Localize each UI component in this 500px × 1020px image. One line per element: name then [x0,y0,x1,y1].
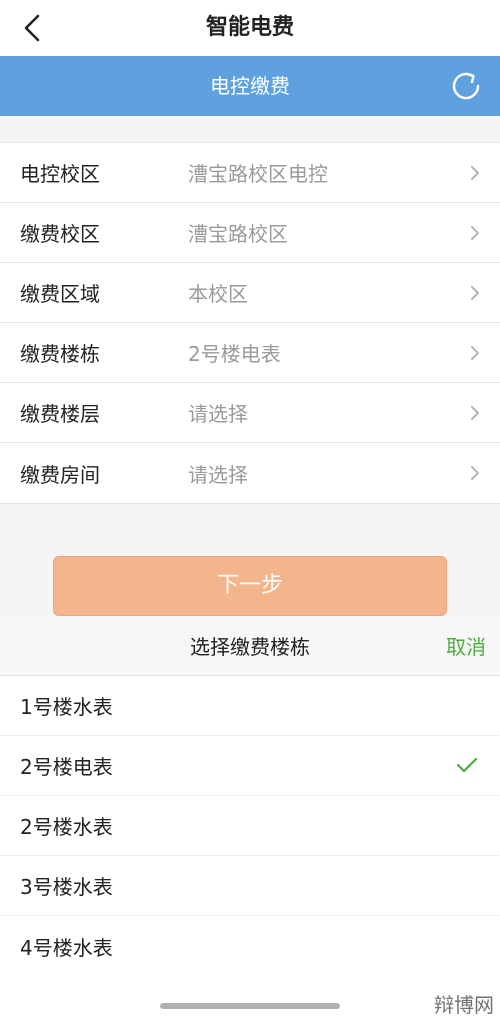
chevron-right-icon [471,226,479,240]
form-row-value: 2号楼电表 [188,342,281,366]
picker-option-label: 4号楼水表 [20,935,113,960]
cancel-button[interactable]: 取消 [446,618,486,676]
checkmark-icon [456,757,478,773]
form-row-value: 请选择 [188,462,248,487]
refresh-icon [452,72,480,100]
form-row-pay-room[interactable]: 缴费房间 请选择 [0,443,500,503]
top-nav-bar: 智能电费 [0,0,500,56]
section-header-bar: 电控缴费 [0,56,500,116]
picker-option[interactable]: 4号楼水表 [0,916,500,976]
section-title: 电控缴费 [210,74,290,98]
form-row-value: 本校区 [188,282,248,306]
picker-option[interactable]: 1号楼水表 [0,676,500,736]
chevron-right-icon [471,346,479,360]
chevron-right-icon [471,166,479,180]
building-picker-sheet: 选择缴费楼栋 取消 1号楼水表 2号楼电表 2号楼水表 3号楼水表 4号楼水表 [0,618,500,1020]
picker-option-label: 2号楼水表 [20,815,113,839]
page-title: 智能电费 [205,15,294,40]
watermark: 辩博网 [434,993,494,1017]
next-step-button[interactable]: 下一步 [53,556,447,616]
form-row-pay-building[interactable]: 缴费楼栋 2号楼电表 [0,323,500,383]
home-indicator[interactable] [160,1003,340,1009]
picker-option-label: 2号楼电表 [20,755,113,779]
chevron-right-icon [471,286,479,300]
form-row-pay-area[interactable]: 缴费区域 本校区 [0,263,500,323]
form-row-value: 请选择 [188,402,248,426]
form-row-label: 电控校区 [20,162,100,186]
chevron-right-icon [471,406,479,420]
picker-title: 选择缴费楼栋 [190,635,310,659]
picker-option-selected[interactable]: 2号楼电表 [0,736,500,796]
payment-form: 电控校区 漕宝路校区电控 缴费校区 漕宝路校区 缴费区域 本校区 缴费楼栋 2号… [0,142,500,504]
form-row-label: 缴费房间 [20,462,100,487]
picker-option-label: 3号楼水表 [20,875,113,899]
form-row-value: 漕宝路校区电控 [188,162,328,186]
picker-option[interactable]: 2号楼水表 [0,796,500,856]
form-row-label: 缴费楼层 [20,402,100,426]
form-row-value: 漕宝路校区 [188,222,288,246]
picker-header: 选择缴费楼栋 取消 [0,618,500,676]
picker-option-label: 1号楼水表 [20,695,113,719]
picker-option[interactable]: 3号楼水表 [0,856,500,916]
form-row-campus-control[interactable]: 电控校区 漕宝路校区电控 [0,143,500,203]
form-row-pay-campus[interactable]: 缴费校区 漕宝路校区 [0,203,500,263]
form-row-label: 缴费区域 [20,282,100,306]
refresh-button[interactable] [446,66,486,106]
form-row-label: 缴费校区 [20,222,100,246]
chevron-right-icon [471,466,479,480]
form-row-label: 缴费楼栋 [20,342,100,366]
form-row-pay-floor[interactable]: 缴费楼层 请选择 [0,383,500,443]
